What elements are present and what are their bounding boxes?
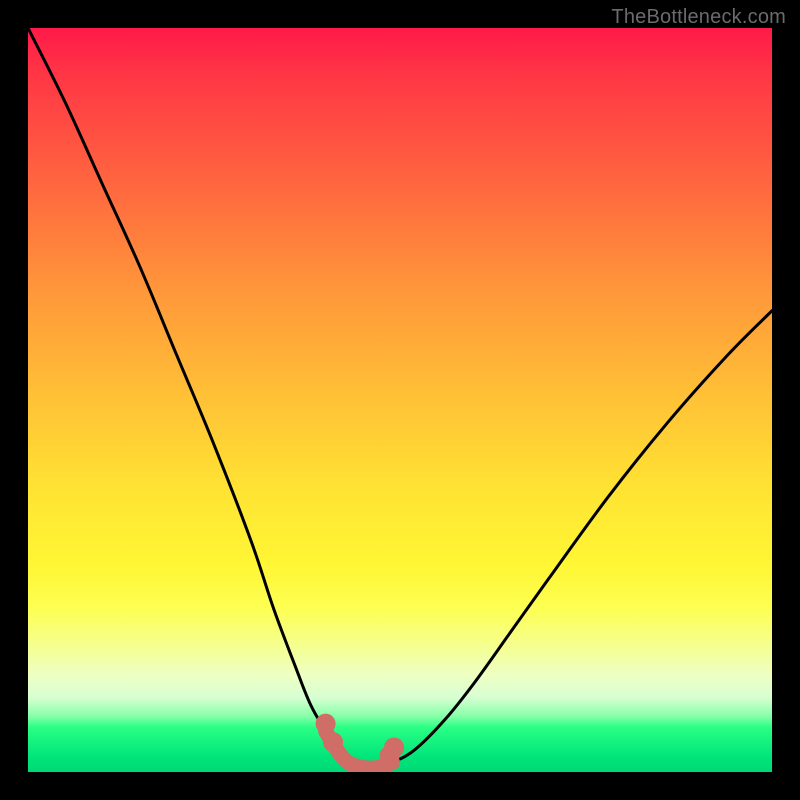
chart-frame: TheBottleneck.com	[0, 0, 800, 800]
chart-svg	[28, 28, 772, 772]
watermark-text: TheBottleneck.com	[611, 6, 786, 29]
optimal-dot	[316, 714, 336, 734]
optimal-range-dots	[316, 714, 404, 766]
chart-plot-area	[28, 28, 772, 772]
optimal-dot	[384, 737, 404, 757]
bottleneck-curve	[28, 28, 772, 768]
optimal-dot	[323, 732, 343, 752]
